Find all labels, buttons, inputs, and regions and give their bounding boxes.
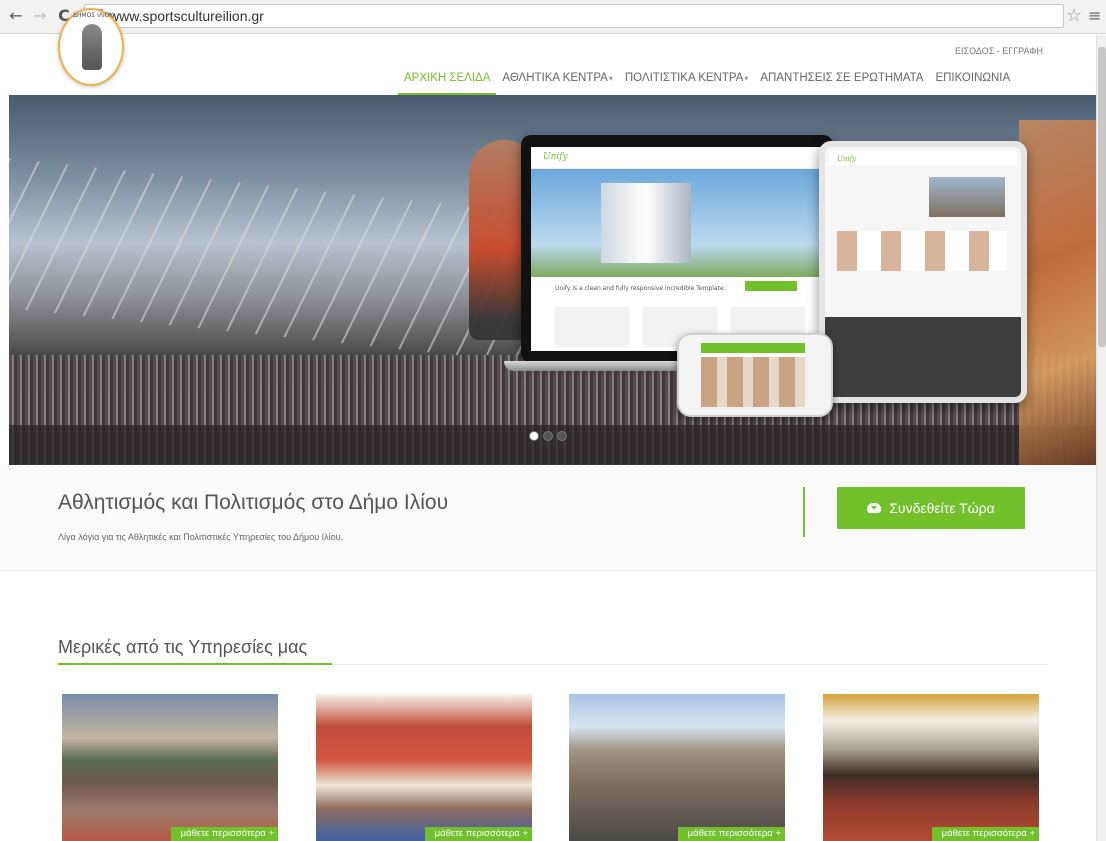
phone-image (701, 357, 805, 407)
nav-sports-centers[interactable]: ΑΘΛΗΤΙΚΑ ΚΕΝΤΡΑ▾ (496, 67, 618, 95)
learn-more-link[interactable]: μάθετε περισσότερα + (677, 827, 785, 841)
tablet-image (929, 177, 1005, 217)
nav-faq[interactable]: ΑΠΑΝΤΗΣΕΙΣ ΣΕ ΕΡΩΤΗΜΑΤΑ (754, 67, 929, 95)
services-heading-underline (58, 663, 332, 665)
address-bar[interactable]: www.sportscultureilion.gr (84, 4, 1064, 28)
service-card-basketball[interactable]: μάθετε περισσότερα + (62, 694, 278, 841)
mockup-header: Unify (531, 147, 823, 169)
cloud-download-icon (867, 503, 882, 513)
browser-toolbar: ← → C www.sportscultureilion.gr ☆ ≡ (0, 0, 1106, 34)
tablet-team-photos (837, 231, 1007, 271)
mockup-tagline: Unify is a clean and fully responsive in… (555, 285, 726, 292)
tablet-header: Unify (829, 151, 1017, 165)
learn-more-link[interactable]: μάθετε περισσότερα + (424, 827, 532, 841)
back-arrow-icon[interactable]: ← (6, 6, 26, 26)
connect-now-label: Συνδεθείτε Τώρα (889, 500, 995, 516)
phone-screen (701, 343, 805, 407)
login-register-link[interactable]: ΕΙΣΟΔΟΣ - ΕΓΓΡΑΦΗ (955, 46, 1043, 56)
basketball-court-image (62, 694, 278, 841)
logo-text: ΔΗΜΟΣ ΙΛΙΟΥ (72, 12, 114, 19)
site-header: ΕΙΣΟΔΟΣ - ΕΓΓΡΑΦΗ ΑΡΧΙΚΗ ΣΕΛΙΔΑ ΑΘΛΗΤΙΚΑ… (0, 35, 1096, 95)
laptop-mockup: Unify Unify is a clean and fully respons… (521, 135, 833, 363)
vertical-divider (803, 487, 805, 537)
slide-dot-3[interactable] (557, 431, 567, 441)
hero-slider[interactable]: Unify Unify is a clean and fully respons… (9, 95, 1096, 465)
municipality-logo[interactable]: ΔΗΜΟΣ ΙΛΙΟΥ (58, 8, 124, 86)
chevron-down-icon: ▾ (608, 74, 613, 83)
service-card-group[interactable]: μάθετε περισσότερα + (316, 694, 532, 841)
nav-home[interactable]: ΑΡΧΙΚΗ ΣΕΛΙΔΑ (398, 67, 497, 95)
tablet-logo: Unify (837, 155, 857, 163)
slide-dot-1[interactable] (529, 431, 539, 441)
building-image (569, 694, 785, 841)
main-navigation: ΑΡΧΙΚΗ ΣΕΛΙΔΑ ΑΘΛΗΤΙΚΑ ΚΕΝΤΡΑ▾ ΠΟΛΙΤΙΣΤΙ… (398, 67, 1016, 95)
chevron-down-icon: ▾ (744, 74, 749, 83)
slider-pagination (529, 431, 567, 441)
intro-block: Αθλητισμός και Πολιτισμός στο Δήμο Ιλίου… (0, 465, 1096, 571)
phone-header-bar (701, 343, 805, 353)
nav-contact[interactable]: ΕΠΙΚΟΙΝΩΝΙΑ (929, 67, 1016, 95)
mockup-logo: Unify (543, 152, 568, 162)
nav-culture-centers[interactable]: ΠΟΛΙΤΙΣΤΙΚΑ ΚΕΝΤΡΑ▾ (619, 67, 755, 95)
service-card-dance[interactable]: μάθετε περισσότερα + (823, 694, 1039, 841)
nav-culture-centers-label: ΠΟΛΙΤΙΣΤΙΚΑ ΚΕΝΤΡΑ (624, 72, 744, 84)
nav-contact-label: ΕΠΙΚΟΙΝΩΝΙΑ (935, 72, 1011, 84)
services-heading: Μερικές από τις Υπηρεσίες μας (58, 637, 308, 657)
learn-more-link[interactable]: μάθετε περισσότερα + (170, 827, 278, 841)
learn-more-link[interactable]: μάθετε περισσότερα + (931, 827, 1039, 841)
forward-arrow-icon[interactable]: → (30, 6, 50, 26)
service-card-building[interactable]: μάθετε περισσότερα + (569, 694, 785, 841)
dancers-stage-image (823, 694, 1039, 841)
intro-title: Αθλητισμός και Πολιτισμός στο Δήμο Ιλίου (58, 491, 449, 514)
tablet-mockup: Unify (819, 141, 1027, 403)
nav-home-label: ΑΡΧΙΚΗ ΣΕΛΙΔΑ (404, 72, 491, 84)
scrollbar-thumb[interactable] (1098, 47, 1106, 347)
intro-subtitle: Λίγα λόγια για τις Αθλητικές και Πολιτισ… (58, 532, 344, 542)
page-scrollbar[interactable] (1096, 35, 1106, 841)
nav-faq-label: ΑΠΑΝΤΗΣΕΙΣ ΣΕ ΕΡΩΤΗΜΑΤΑ (760, 72, 924, 84)
mockup-building-image (601, 183, 691, 263)
mockup-button (745, 281, 797, 291)
url-text[interactable]: www.sportscultureilion.gr (109, 8, 264, 24)
dancers-image (1019, 120, 1096, 465)
bookmark-star-icon[interactable]: ☆ (1066, 5, 1082, 26)
phone-mockup (677, 333, 833, 417)
slide-dot-2[interactable] (543, 431, 553, 441)
laptop-screen: Unify Unify is a clean and fully respons… (531, 147, 823, 351)
logo-statue-figure (82, 24, 102, 70)
browser-menu-icon[interactable]: ≡ (1088, 6, 1101, 25)
connect-now-button[interactable]: Συνδεθείτε Τώρα (837, 487, 1025, 529)
group-photo-image (316, 694, 532, 841)
tablet-footer (825, 317, 1021, 397)
nav-sports-centers-label: ΑΘΛΗΤΙΚΑ ΚΕΝΤΡΑ (502, 72, 608, 84)
